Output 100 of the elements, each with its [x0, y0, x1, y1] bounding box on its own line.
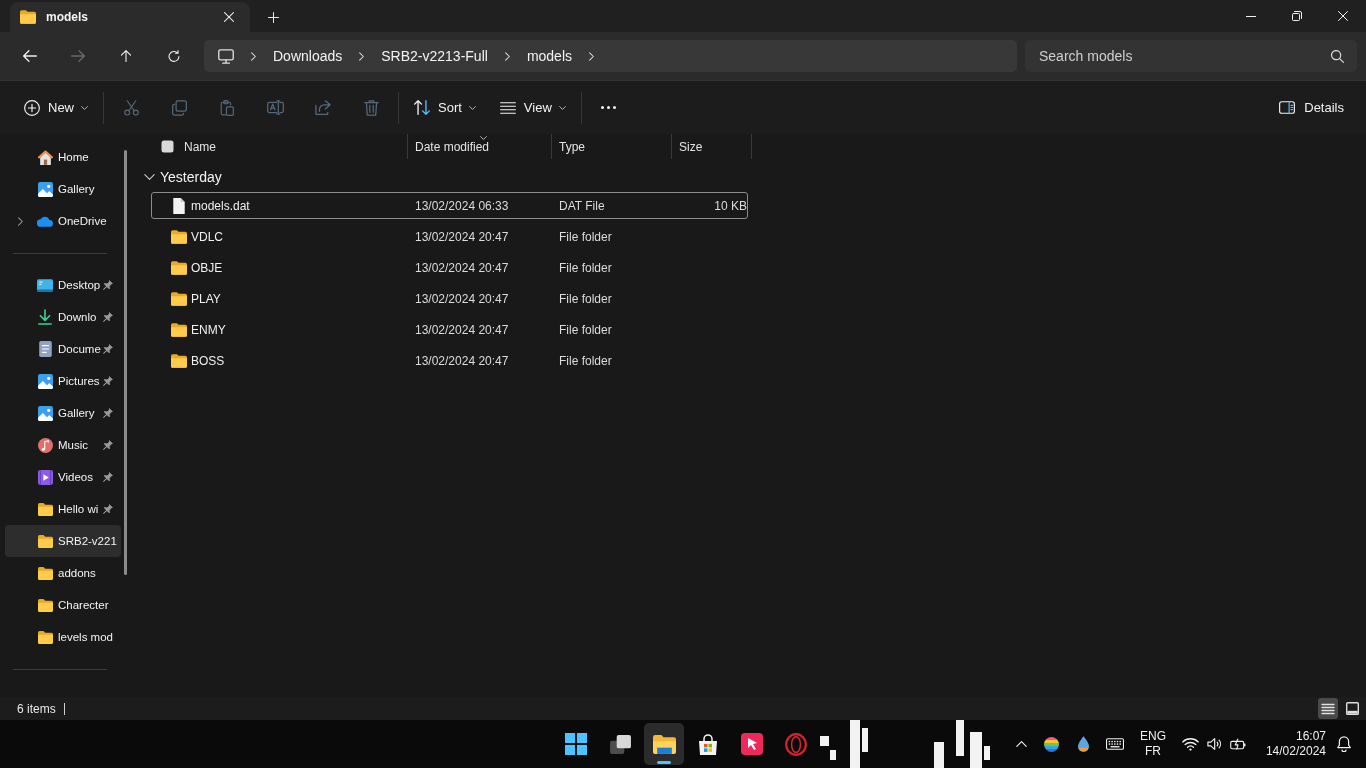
file-row[interactable]: ENMY 13/02/2024 20:47 File folder — [151, 316, 748, 343]
breadcrumb-item[interactable]: SRB2-v2213-Full — [381, 46, 488, 66]
plus-circle-icon[interactable] — [24, 99, 40, 116]
sidebar-item[interactable]: addons — [5, 557, 121, 589]
sidebar-item[interactable]: Music — [5, 429, 121, 461]
refresh-icon[interactable] — [167, 50, 181, 62]
sort-arrows-icon[interactable] — [414, 100, 430, 115]
pin-icon[interactable] — [103, 344, 113, 354]
chevron-up-icon[interactable] — [1015, 741, 1027, 747]
sidebar-item[interactable]: Gallery — [5, 173, 121, 205]
folder-icon[interactable] — [37, 630, 53, 644]
search-icon[interactable] — [1331, 50, 1344, 63]
chevron-right-icon[interactable] — [17, 216, 23, 226]
arrow-left-icon[interactable] — [23, 50, 37, 62]
address-bar[interactable]: Downloads SRB2-v2213-Full models — [204, 40, 1017, 72]
restore-icon[interactable] — [1292, 11, 1302, 21]
ring-icon[interactable] — [785, 732, 807, 756]
caret-down-icon[interactable] — [480, 136, 487, 140]
keyboard-layout[interactable]: FR — [1145, 744, 1161, 759]
language-code[interactable]: ENG — [1140, 729, 1166, 744]
download-icon[interactable] — [38, 309, 52, 325]
pin-icon[interactable] — [103, 280, 113, 290]
column-header[interactable]: Size — [679, 134, 751, 159]
shopping-bag-icon[interactable] — [699, 733, 717, 755]
house-icon[interactable] — [37, 149, 53, 165]
minimize-icon[interactable] — [1246, 15, 1256, 17]
sidebar-item[interactable]: Downlo — [5, 301, 121, 333]
cursor-icon[interactable] — [741, 733, 763, 755]
details-pane-icon[interactable] — [1279, 101, 1296, 114]
folder-icon[interactable] — [652, 734, 676, 754]
video-icon[interactable] — [37, 469, 53, 485]
sidebar-item[interactable]: Charecter — [5, 589, 121, 621]
folder-icon[interactable] — [37, 566, 53, 580]
checkbox-icon[interactable] — [161, 140, 174, 153]
pin-icon[interactable] — [103, 440, 113, 450]
battery-icon[interactable] — [1230, 738, 1246, 750]
sidebar-item[interactable]: Desktop — [5, 269, 121, 301]
column-header[interactable]: Date modified — [415, 134, 551, 159]
file-row[interactable]: OBJE 13/02/2024 20:47 File folder — [151, 254, 748, 281]
folder-icon[interactable] — [37, 502, 53, 516]
folder-icon[interactable] — [37, 534, 53, 548]
list-lines-icon[interactable] — [499, 101, 516, 114]
cloud-icon[interactable] — [37, 215, 53, 227]
speaker-icon[interactable] — [1206, 738, 1222, 750]
sidebar-item[interactable]: OneDrive — [5, 205, 121, 237]
plus-icon[interactable] — [267, 11, 279, 23]
caret-down-icon[interactable] — [468, 105, 476, 110]
more-icon[interactable] — [601, 106, 617, 109]
document-icon[interactable] — [38, 341, 52, 357]
column-header[interactable]: Type — [559, 134, 671, 159]
pin-icon[interactable] — [103, 408, 113, 418]
new-button[interactable]: New — [16, 90, 96, 125]
clock-time[interactable]: 16:07 — [1295, 729, 1326, 744]
wifi-icon[interactable] — [1181, 737, 1199, 751]
folder-icon[interactable] — [20, 10, 36, 24]
file-row[interactable]: BOSS 13/02/2024 20:47 File folder — [151, 347, 748, 374]
view-button[interactable]: View — [491, 90, 574, 125]
file-row[interactable]: PLAY 13/02/2024 20:47 File folder — [151, 285, 748, 312]
sidebar-item[interactable]: Docume — [5, 333, 121, 365]
file-row[interactable]: VDLC 13/02/2024 20:47 File folder — [151, 223, 748, 250]
caret-down-icon[interactable] — [558, 105, 566, 110]
desktop-icon[interactable] — [37, 278, 53, 292]
group-header[interactable]: Yesterday — [144, 166, 222, 188]
chevron-down-icon[interactable] — [144, 174, 155, 180]
details-button[interactable]: Details — [1271, 90, 1352, 125]
sort-button[interactable]: Sort — [406, 90, 484, 125]
column-header[interactable]: Name — [184, 134, 407, 159]
taskbar-app[interactable] — [644, 723, 684, 765]
pin-icon[interactable] — [103, 504, 113, 514]
breadcrumb-item[interactable]: models — [526, 46, 572, 66]
file-row[interactable]: models.dat 13/02/2024 06:33 DAT File 10 KB — [151, 192, 748, 219]
scrollbar-thumb[interactable] — [124, 150, 127, 575]
close-icon[interactable] — [1338, 11, 1348, 21]
breadcrumb-item[interactable]: Downloads — [273, 46, 343, 66]
rainbow-ball-icon[interactable] — [1043, 736, 1059, 752]
tab[interactable]: models — [10, 2, 250, 32]
pin-icon[interactable] — [103, 472, 113, 482]
folder-icon[interactable] — [37, 598, 53, 612]
music-note-icon[interactable] — [37, 437, 53, 453]
sidebar-item[interactable]: Pictures — [5, 365, 121, 397]
search-field[interactable]: Search models — [1025, 40, 1357, 72]
sidebar-item[interactable]: SRB2-v221 — [5, 525, 121, 557]
picture-icon[interactable] — [37, 181, 53, 197]
sidebar-item[interactable]: Home — [5, 141, 121, 173]
arrow-up-icon[interactable] — [119, 50, 133, 62]
sidebar-item[interactable]: Hello wi — [5, 493, 121, 525]
bell-icon[interactable] — [1337, 736, 1351, 752]
keyboard-icon[interactable] — [1106, 738, 1124, 750]
picture-icon[interactable] — [37, 373, 53, 389]
sidebar-item[interactable]: levels mod — [5, 621, 121, 653]
overlapping-squares-icon[interactable] — [609, 734, 631, 754]
monitor-icon[interactable] — [218, 48, 234, 64]
water-drop-icon[interactable] — [1077, 736, 1089, 752]
picture-icon[interactable] — [37, 405, 53, 421]
windows-logo-icon[interactable] — [565, 733, 587, 755]
sidebar-item[interactable]: Videos — [5, 461, 121, 493]
close-icon[interactable] — [224, 12, 234, 22]
caret-down-icon[interactable] — [81, 105, 88, 110]
pin-icon[interactable] — [103, 312, 113, 322]
pin-icon[interactable] — [103, 376, 113, 386]
